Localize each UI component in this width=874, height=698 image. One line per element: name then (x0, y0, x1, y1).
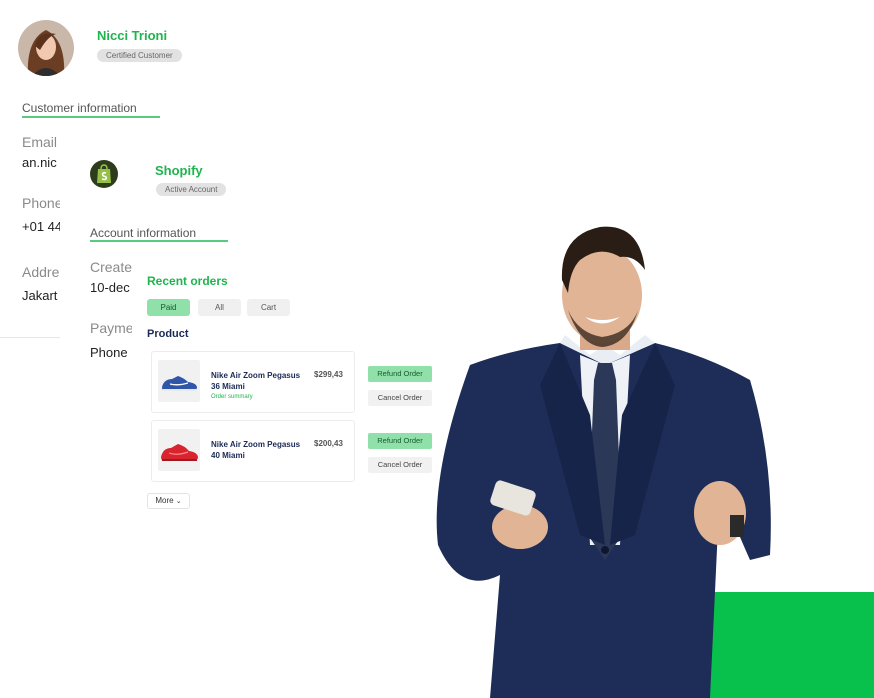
product-thumbnail (158, 429, 200, 471)
chevron-down-icon: ⌄ (175, 498, 182, 505)
refund-order-button[interactable]: Refund Order (368, 366, 432, 382)
payment-label: Payment (90, 320, 132, 336)
tab-cart[interactable]: Cart (247, 299, 290, 316)
product-price: $200,43 (314, 439, 343, 448)
email-value: an.nic (22, 155, 57, 170)
shopify-status-badge: Active Account (156, 183, 227, 196)
created-value: 10-dec (90, 280, 130, 295)
businessman-illustration (436, 226, 771, 698)
customer-name: Nicci Trioni (97, 28, 168, 43)
product-name: Nike Air Zoom Pegasus 36 Miami (211, 371, 301, 391)
address-value: Jakart (22, 288, 58, 303)
more-button[interactable]: More ⌄ (147, 493, 190, 509)
phone-value: +01 44 (22, 219, 60, 234)
account-info-title: Account information (90, 226, 197, 240)
customer-avatar[interactable] (18, 20, 74, 76)
order-row[interactable]: Nike Air Zoom Pegasus 40 Miami $200,43 (151, 420, 355, 482)
tab-paid[interactable]: Paid (147, 299, 190, 316)
customer-info-underline (22, 116, 160, 118)
shopping-bag-icon (97, 164, 111, 183)
product-thumbnail (158, 360, 200, 402)
customer-info-title: Customer information (22, 101, 137, 115)
account-info-underline (90, 240, 228, 242)
address-label: Address (22, 264, 60, 280)
refund-order-button[interactable]: Refund Order (368, 433, 432, 449)
email-label: Email (22, 134, 58, 150)
shopify-logo (90, 160, 118, 188)
product-header: Product (147, 328, 189, 340)
cancel-order-button[interactable]: Cancel Order (368, 457, 432, 473)
customer-status-badge: Certified Customer (97, 49, 182, 62)
more-label: More (155, 496, 174, 505)
cancel-order-button[interactable]: Cancel Order (368, 390, 432, 406)
order-row[interactable]: Nike Air Zoom Pegasus 36 Miami $299,43 O… (151, 351, 355, 413)
created-label: Created (90, 259, 132, 275)
shopify-name: Shopify (155, 163, 203, 178)
phone-label: Phone (22, 195, 60, 211)
order-summary-link[interactable]: Order summary (211, 394, 253, 400)
sneaker-icon (162, 376, 197, 391)
product-price: $299,43 (314, 370, 343, 379)
recent-orders-title: Recent orders (147, 274, 228, 288)
payment-value: Phone (90, 345, 128, 360)
product-name: Nike Air Zoom Pegasus 40 Miami (211, 440, 301, 460)
tab-all[interactable]: All (198, 299, 241, 316)
sneaker-icon (161, 444, 198, 461)
